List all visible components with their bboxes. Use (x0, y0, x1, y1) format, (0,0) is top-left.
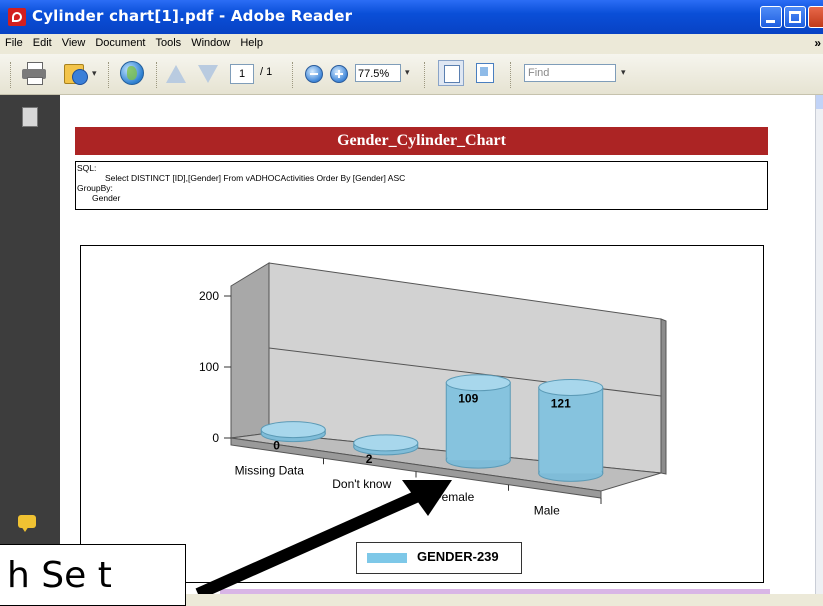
annotation-arrow (195, 480, 452, 594)
arrow-shaft (195, 490, 421, 594)
